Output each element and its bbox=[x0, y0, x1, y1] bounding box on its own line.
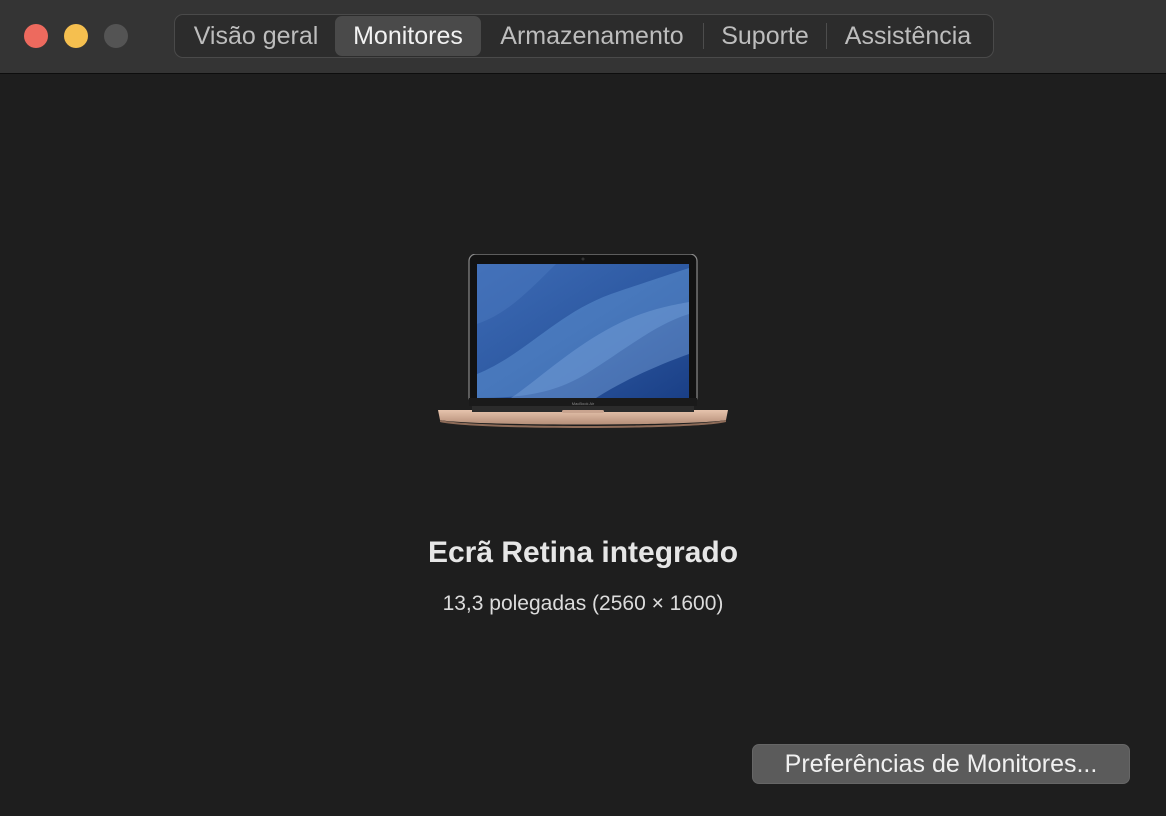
tab-label: Visão geral bbox=[193, 21, 319, 50]
display-preferences-button[interactable]: Preferências de Monitores... bbox=[752, 744, 1130, 784]
tab-label: Armazenamento bbox=[500, 21, 684, 50]
display-details: 13,3 polegadas (2560 × 1600) bbox=[442, 592, 724, 615]
macbook-air-gold-icon: MacBook Air bbox=[438, 254, 728, 428]
about-this-mac-window: Visão geral Monitores Armazenamento Supo… bbox=[0, 0, 1166, 816]
display-name: Ecrã Retina integrado bbox=[427, 536, 739, 569]
tab-support[interactable]: Suporte bbox=[704, 16, 826, 56]
tab-overview[interactable]: Visão geral bbox=[177, 16, 335, 56]
tab-service[interactable]: Assistência bbox=[827, 16, 989, 56]
button-label: Preferências de Monitores... bbox=[784, 749, 1098, 778]
tab-storage[interactable]: Armazenamento bbox=[481, 16, 703, 56]
tab-label: Monitores bbox=[353, 21, 463, 50]
tab-label: Suporte bbox=[721, 21, 809, 50]
close-window-button[interactable] bbox=[24, 24, 48, 48]
minimize-window-button[interactable] bbox=[64, 24, 88, 48]
tab-displays[interactable]: Monitores bbox=[335, 16, 481, 56]
titlebar: Visão geral Monitores Armazenamento Supo… bbox=[0, 0, 1166, 74]
zoom-window-button[interactable] bbox=[104, 24, 128, 48]
tab-bar: Visão geral Monitores Armazenamento Supo… bbox=[174, 14, 994, 58]
svg-text:MacBook Air: MacBook Air bbox=[572, 401, 595, 406]
tab-label: Assistência bbox=[844, 21, 972, 50]
